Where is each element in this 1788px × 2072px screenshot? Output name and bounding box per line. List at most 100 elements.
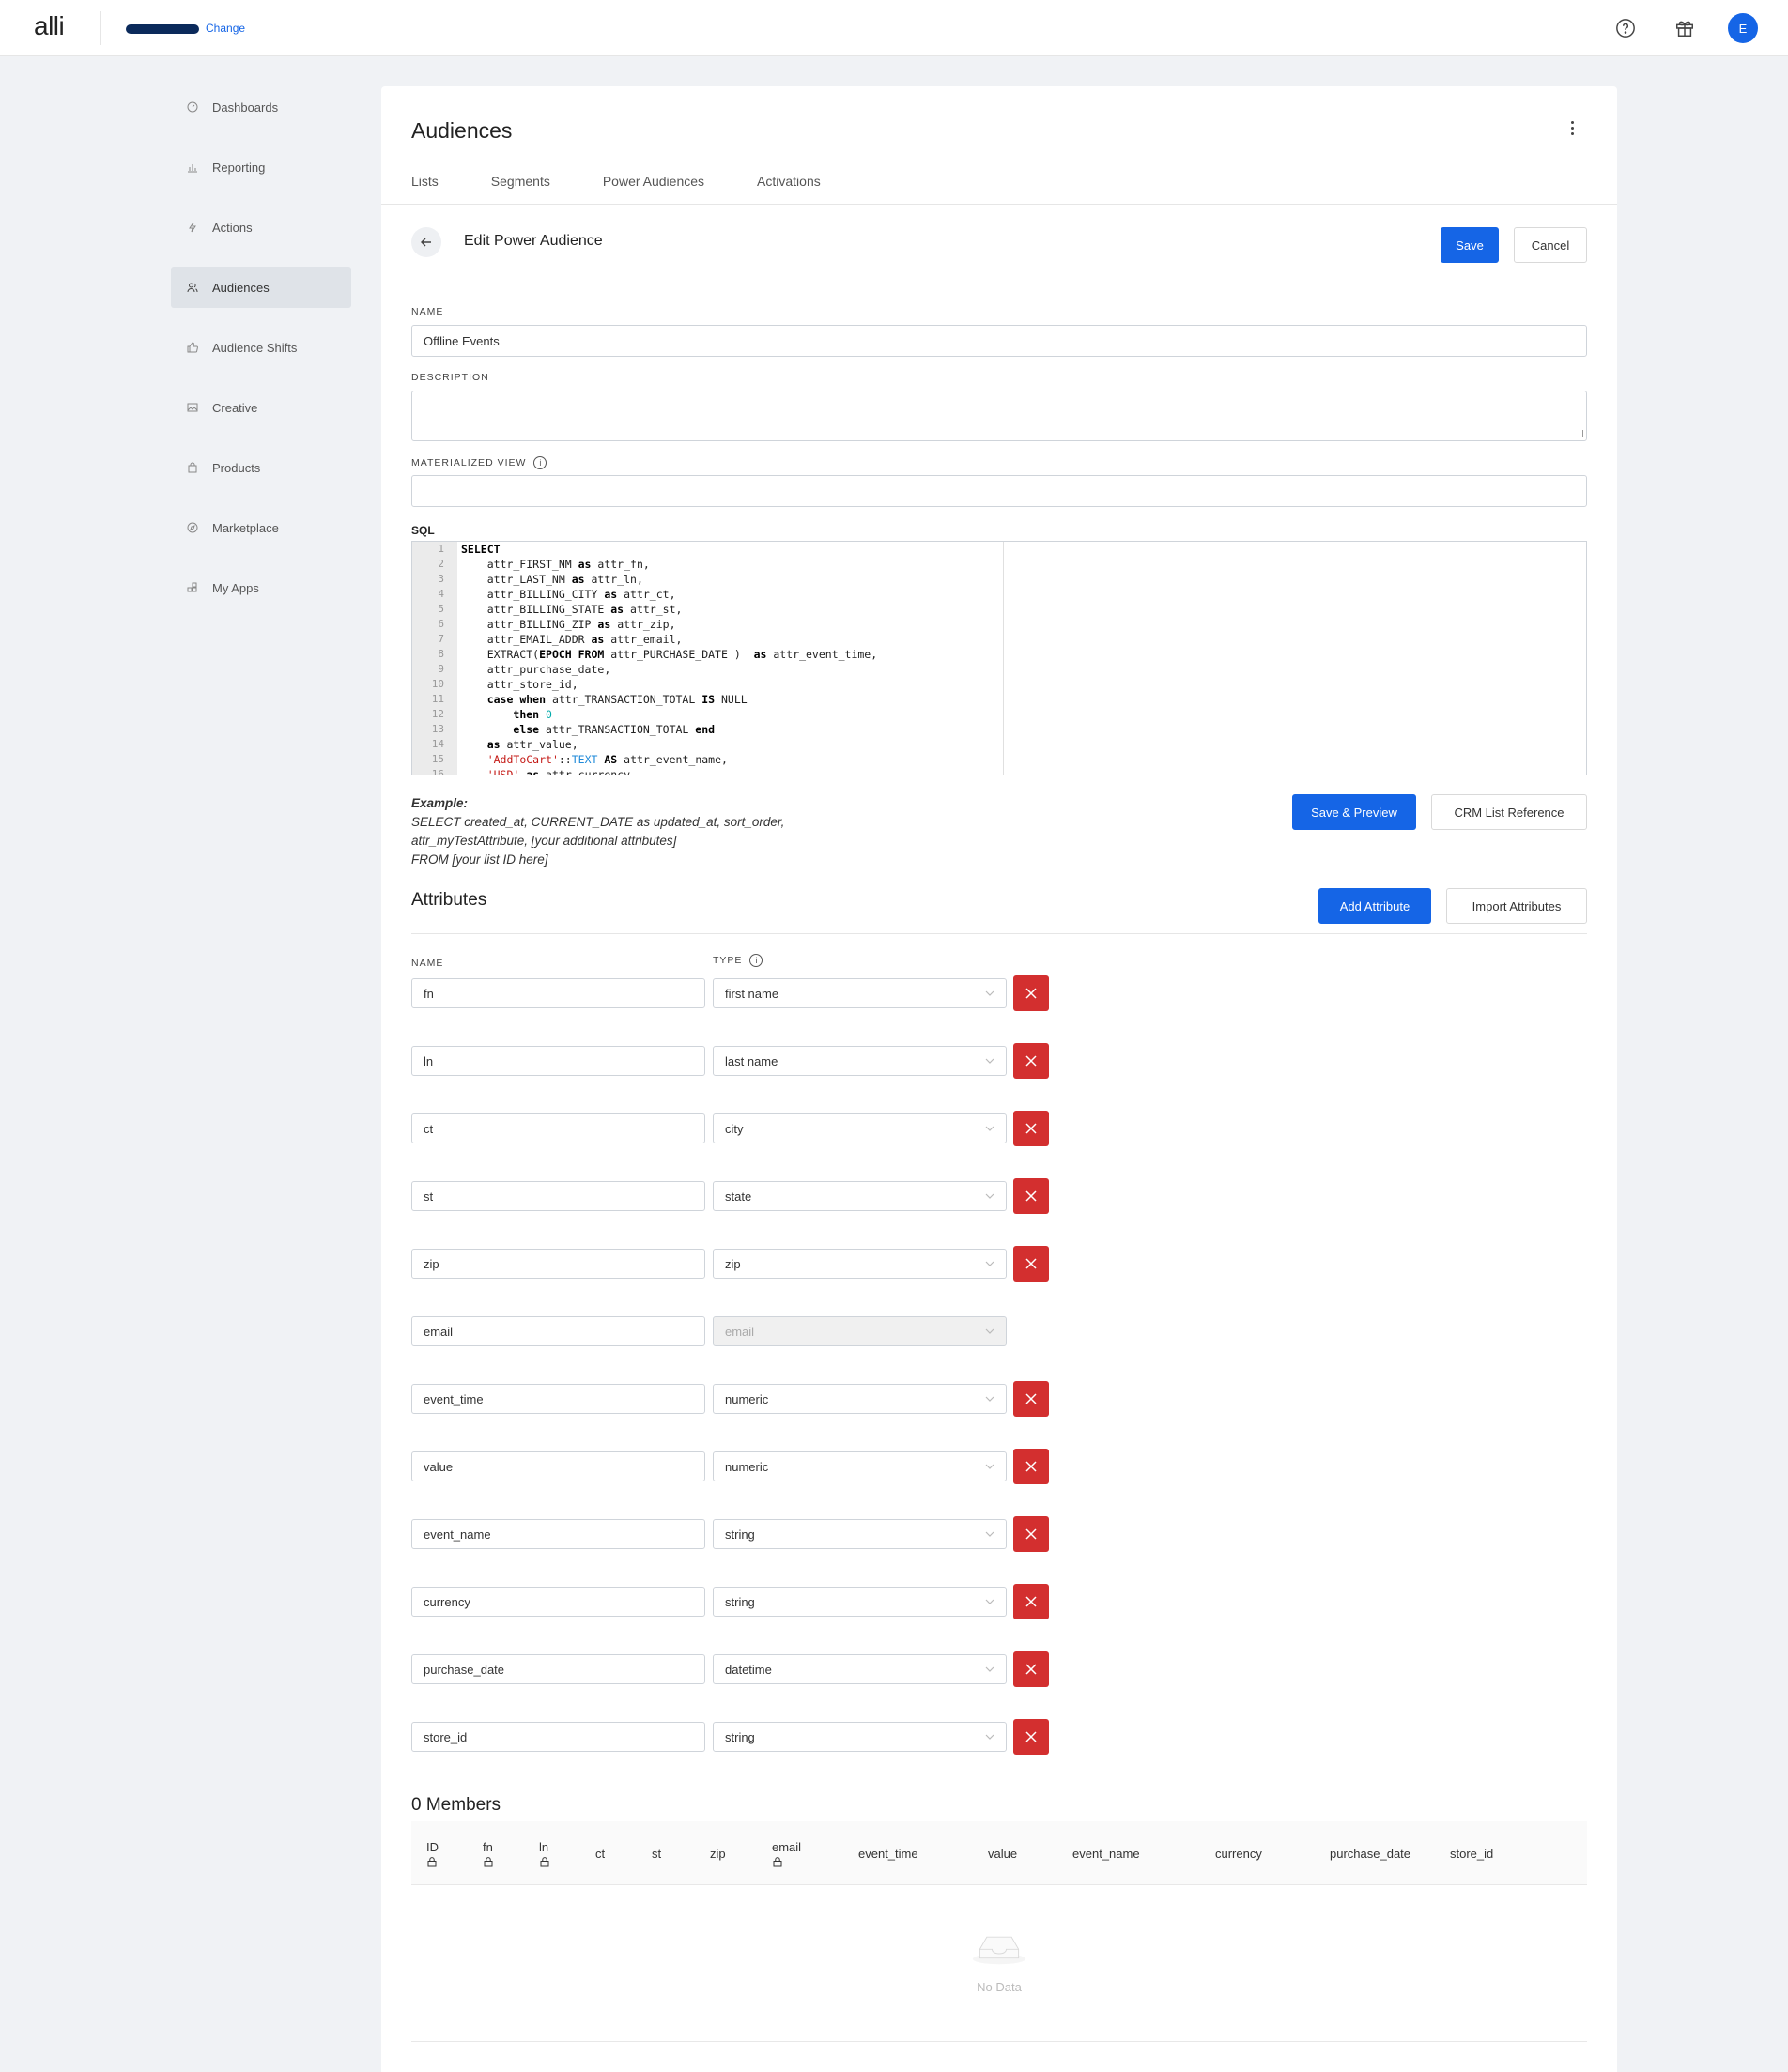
attribute-name-input[interactable]: email xyxy=(411,1316,705,1346)
sql-editor[interactable]: 1 2 3 4 5 6 7 8 9 10 11 12 13 14 15 16 SELECT attr_FIRS… xyxy=(411,541,1587,775)
attribute-type-select[interactable]: zip xyxy=(713,1249,1007,1279)
tab-activations[interactable]: Activations xyxy=(757,174,821,189)
save-preview-button[interactable]: Save & Preview xyxy=(1292,794,1416,830)
sidebar-item-label: Audiences xyxy=(212,280,270,295)
remove-attribute-button[interactable] xyxy=(1013,1719,1049,1755)
column-header[interactable]: ct xyxy=(595,1821,605,1885)
sidebar-item-marketplace[interactable]: Marketplace xyxy=(171,507,351,548)
column-header[interactable]: currency xyxy=(1215,1821,1262,1885)
attribute-row: value numeric xyxy=(411,1449,1069,1484)
more-options-icon[interactable] xyxy=(1563,116,1581,139)
column-header[interactable]: zip xyxy=(710,1821,726,1885)
example-line: SELECT created_at, CURRENT_DATE as updat… xyxy=(411,815,785,829)
attribute-type-select[interactable]: city xyxy=(713,1113,1007,1143)
lock-icon xyxy=(773,1856,782,1866)
attribute-type-select[interactable]: string xyxy=(713,1722,1007,1752)
attribute-name-input[interactable]: event_time xyxy=(411,1384,705,1414)
attribute-type-select: email xyxy=(713,1316,1007,1346)
attribute-type-select[interactable]: state xyxy=(713,1181,1007,1211)
materialized-view-input[interactable] xyxy=(411,475,1587,507)
alli-logo[interactable]: alli xyxy=(34,11,65,41)
crm-list-reference-button[interactable]: CRM List Reference xyxy=(1431,794,1587,830)
attribute-type-select[interactable]: first name xyxy=(713,978,1007,1008)
code-line: 'USD' as attr_currency, xyxy=(486,768,637,775)
remove-attribute-button[interactable] xyxy=(1013,1111,1049,1146)
attribute-type-select[interactable]: datetime xyxy=(713,1654,1007,1684)
column-header[interactable]: ID xyxy=(426,1821,439,1885)
change-account-link[interactable]: Change xyxy=(206,22,245,35)
resize-handle[interactable] xyxy=(1576,430,1583,437)
column-header[interactable]: purchase_date xyxy=(1330,1821,1410,1885)
attribute-name-input[interactable]: currency xyxy=(411,1587,705,1617)
attribute-name-input[interactable]: purchase_date xyxy=(411,1654,705,1684)
attribute-name-input[interactable]: event_name xyxy=(411,1519,705,1549)
gift-icon[interactable] xyxy=(1671,14,1699,42)
attribute-type-value: numeric xyxy=(725,1391,769,1406)
code-line: attr_BILLING_CITY as attr_ct, xyxy=(461,588,676,601)
attribute-row: st state xyxy=(411,1178,1069,1214)
chevron-down-icon xyxy=(985,1531,994,1537)
sidebar-item-actions[interactable]: Actions xyxy=(171,207,351,248)
attribute-name-input[interactable]: store_id xyxy=(411,1722,705,1752)
add-attribute-button[interactable]: Add Attribute xyxy=(1318,888,1431,924)
attribute-type-header: TYPE i xyxy=(713,954,763,967)
remove-attribute-button[interactable] xyxy=(1013,1246,1049,1282)
code-line: attr_BILLING_STATE as attr_st, xyxy=(461,603,683,616)
info-icon[interactable]: i xyxy=(533,456,547,469)
help-icon[interactable] xyxy=(1611,14,1640,42)
sql-code[interactable]: SELECT attr_FIRST_NM as attr_fn, attr_LA… xyxy=(461,542,1006,775)
remove-attribute-button[interactable] xyxy=(1013,1178,1049,1214)
column-header[interactable]: st xyxy=(652,1821,661,1885)
column-header[interactable]: ln xyxy=(539,1821,550,1885)
remove-attribute-button[interactable] xyxy=(1013,1043,1049,1079)
remove-attribute-button[interactable] xyxy=(1013,1651,1049,1687)
description-textarea[interactable] xyxy=(411,391,1587,441)
import-attributes-button[interactable]: Import Attributes xyxy=(1446,888,1587,924)
column-header[interactable]: fn xyxy=(483,1821,494,1885)
remove-attribute-button[interactable] xyxy=(1013,1381,1049,1417)
chevron-down-icon xyxy=(985,1599,994,1604)
tab-segments[interactable]: Segments xyxy=(491,174,550,189)
sidebar-item-audience-shifts[interactable]: Audience Shifts xyxy=(171,327,351,368)
tab-lists[interactable]: Lists xyxy=(411,174,439,189)
column-header[interactable]: event_name xyxy=(1072,1821,1140,1885)
logo-divider xyxy=(100,11,101,45)
sidebar-item-dashboards[interactable]: Dashboards xyxy=(171,86,351,128)
column-header-label: value xyxy=(988,1846,1018,1861)
column-header[interactable]: email xyxy=(772,1821,801,1885)
attribute-name-input[interactable]: ct xyxy=(411,1113,705,1143)
sidebar-item-reporting[interactable]: Reporting xyxy=(171,146,351,188)
attribute-name-input[interactable]: value xyxy=(411,1451,705,1481)
tab-power-audiences[interactable]: Power Audiences xyxy=(603,174,704,189)
attribute-name-input[interactable]: zip xyxy=(411,1249,705,1279)
name-input[interactable]: Offline Events xyxy=(411,325,1587,357)
cancel-button[interactable]: Cancel xyxy=(1514,227,1587,263)
line-number: 15 xyxy=(431,753,444,765)
user-avatar[interactable]: E xyxy=(1728,13,1758,43)
sidebar-item-products[interactable]: Products xyxy=(171,447,351,488)
attribute-type-value: state xyxy=(725,1189,752,1204)
info-icon[interactable]: i xyxy=(749,954,763,967)
column-header[interactable]: store_id xyxy=(1450,1821,1493,1885)
remove-attribute-button[interactable] xyxy=(1013,1584,1049,1619)
attribute-type-select[interactable]: numeric xyxy=(713,1451,1007,1481)
attribute-name-input[interactable]: ln xyxy=(411,1046,705,1076)
remove-attribute-button[interactable] xyxy=(1013,1449,1049,1484)
save-button[interactable]: Save xyxy=(1441,227,1499,263)
code-line: 'AddToCart'::TEXT AS attr_event_name, xyxy=(486,753,728,766)
attribute-type-select[interactable]: numeric xyxy=(713,1384,1007,1414)
attribute-type-select[interactable]: last name xyxy=(713,1046,1007,1076)
attribute-type-select[interactable]: string xyxy=(713,1519,1007,1549)
remove-attribute-button[interactable] xyxy=(1013,975,1049,1011)
attribute-name-input[interactable]: fn xyxy=(411,978,705,1008)
sidebar-item-audiences[interactable]: Audiences xyxy=(171,267,351,308)
sidebar-item-my-apps[interactable]: My Apps xyxy=(171,567,351,608)
column-header[interactable]: event_time xyxy=(858,1821,918,1885)
sidebar-item-creative[interactable]: Creative xyxy=(171,387,351,428)
sql-label: SQL xyxy=(411,524,435,537)
attribute-type-select[interactable]: string xyxy=(713,1587,1007,1617)
back-button[interactable] xyxy=(411,227,441,257)
remove-attribute-button[interactable] xyxy=(1013,1516,1049,1552)
column-header[interactable]: value xyxy=(988,1821,1017,1885)
attribute-name-input[interactable]: st xyxy=(411,1181,705,1211)
